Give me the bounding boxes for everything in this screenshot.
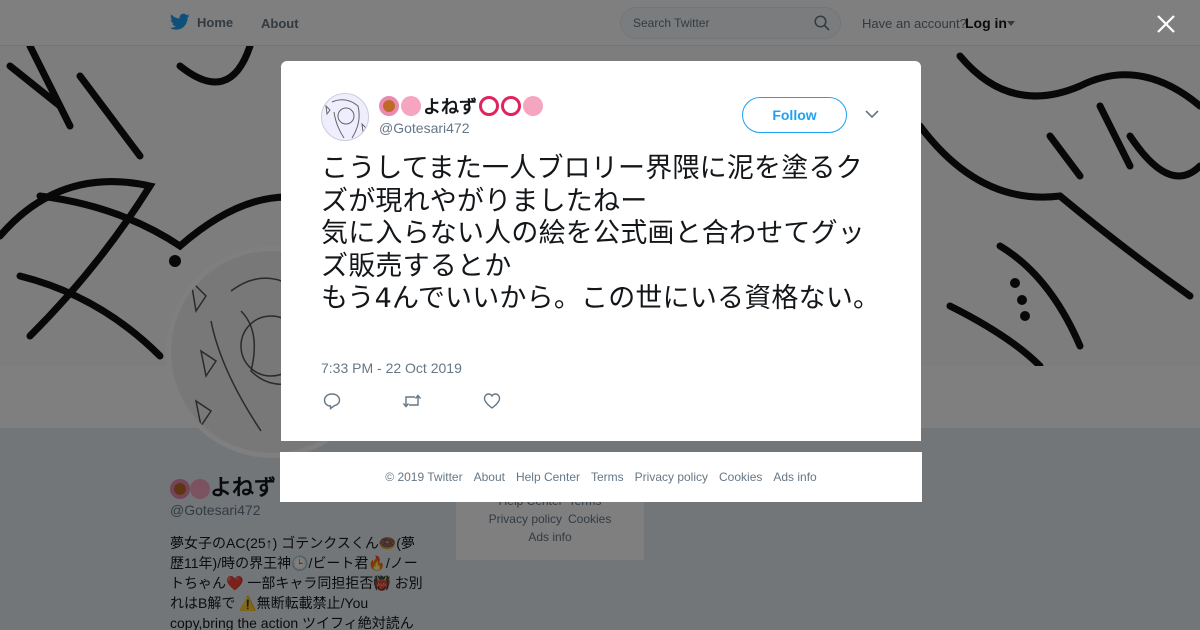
flower-emoji-icon <box>401 96 421 116</box>
tweet-author-handle[interactable]: @Gotesari472 <box>379 120 469 136</box>
tweet-modal: よねず @Gotesari472 Follow こうしてまた一人ブロリー界隈に泥… <box>281 61 921 441</box>
footer-copyright: © 2019 Twitter <box>385 470 463 484</box>
tweet-author-name-text: よねず <box>423 97 477 117</box>
footer-link-privacy-policy[interactable]: Privacy policy <box>635 470 708 484</box>
modal-footer-links: © 2019 Twitter About Help Center Terms P… <box>280 452 922 502</box>
tweet-author-avatar[interactable] <box>321 93 369 141</box>
footer-link-cookies[interactable]: Cookies <box>719 470 762 484</box>
flower-emoji-icon <box>523 96 543 116</box>
footer-link-ads-info[interactable]: Ads info <box>773 470 816 484</box>
clock-emoji-icon <box>479 96 499 116</box>
donut-emoji-icon <box>379 96 399 116</box>
follow-button[interactable]: Follow <box>742 97 847 133</box>
tweet-timestamp[interactable]: 7:33 PM - 22 Oct 2019 <box>321 360 462 376</box>
retweet-icon[interactable] <box>402 392 422 410</box>
tweet-text: こうしてまた一人ブロリー界隈に泥を塗るクズが現れやがりましたねー 気に入らない人… <box>321 153 881 314</box>
clock-emoji-icon <box>501 96 521 116</box>
footer-link-terms[interactable]: Terms <box>591 470 624 484</box>
reply-icon[interactable] <box>323 392 341 410</box>
chevron-down-icon[interactable] <box>865 109 879 119</box>
footer-link-help-center[interactable]: Help Center <box>516 470 580 484</box>
footer-link-about[interactable]: About <box>474 470 505 484</box>
tweet-author-name[interactable]: よねず <box>379 93 543 119</box>
like-icon[interactable] <box>483 392 501 410</box>
close-icon[interactable] <box>1155 13 1177 35</box>
